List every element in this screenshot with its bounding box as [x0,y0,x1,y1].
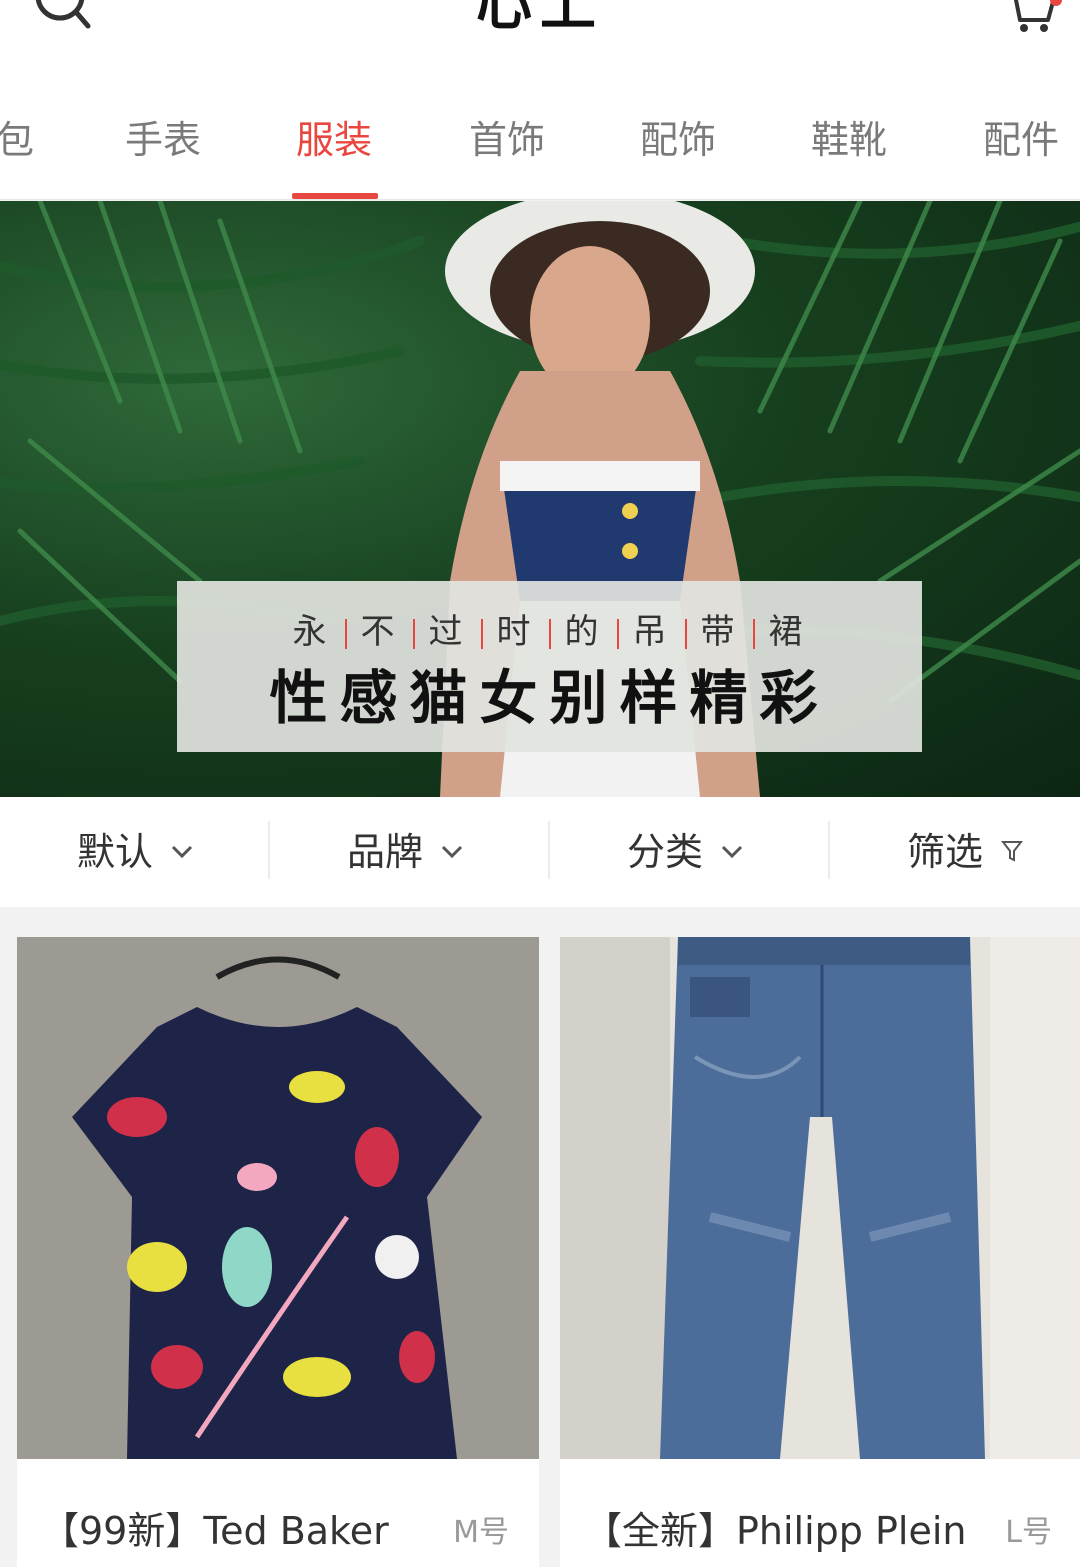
divider [616,618,619,649]
filter-label: 筛选 [906,830,983,874]
filter-label: 分类 [626,830,703,874]
banner-subtitle-char: 吊 [632,612,671,652]
product-title: 【全新】Philipp Plein [584,1509,967,1553]
tab-shoes[interactable]: 鞋靴 [811,116,887,164]
banner-title: 性感猫女别样精彩 [269,664,830,732]
brand-dropdown[interactable]: 品牌 [270,797,540,907]
product-image-jeans [560,937,1080,1459]
divider [684,618,687,649]
app-logo: 心上 [476,0,604,38]
banner-subtitle-char: 过 [428,612,467,652]
tab-parts[interactable]: 配件 [983,116,1059,164]
divider [752,618,755,649]
top-bar: 心上 [0,0,1080,68]
tab-clothing[interactable]: 服装 [296,116,372,164]
active-tab-indicator [292,193,378,199]
divider [548,618,551,649]
product-size: L号 [1005,1515,1052,1550]
category-dropdown[interactable]: 分类 [550,797,820,907]
banner-subtitle-char: 不 [360,612,399,652]
banner-subtitle-char: 带 [700,612,739,652]
filter-icon [1001,840,1023,862]
product-card[interactable]: 【99新】Ted Baker M号 [17,937,539,1567]
sort-default-dropdown[interactable]: 默认 [0,797,270,907]
product-grid: 【99新】Ted Baker M号 【全新】Philipp Plein L号 [0,907,1080,1567]
chevron-down-icon [721,845,743,858]
banner-caption: 永不过时的吊带裙 性感猫女别样精彩 [177,581,922,752]
banner-subtitle-char: 时 [496,612,535,652]
chevron-down-icon [171,845,193,858]
banner-subtitle-char: 永 [292,612,331,652]
divider [344,618,347,649]
filter-button[interactable]: 筛选 [830,797,1080,907]
divider [480,618,483,649]
tab-bags[interactable]: 包 [0,116,34,164]
chevron-down-icon [441,845,463,858]
tab-jewelry[interactable]: 首饰 [469,116,545,164]
product-size: M号 [453,1515,509,1550]
divider [412,618,415,649]
product-image-dress [17,937,539,1459]
product-card[interactable]: 【全新】Philipp Plein L号 [560,937,1080,1567]
filter-bar: 默认 品牌 分类 筛选 [0,797,1080,907]
banner-subtitle-char: 的 [564,612,603,652]
app: 心上 包 手表 服装 首饰 配饰 鞋靴 配件 永 不 过 时 的 吊 带 裙 性… [0,0,1080,1567]
promo-banner[interactable]: 永不过时的吊带裙 性感猫女别样精彩 [0,201,1080,797]
cart-icon[interactable] [1002,0,1058,36]
filter-label: 品牌 [346,830,423,874]
banner-subtitle-char: 裙 [768,612,807,652]
category-tabs: 包 手表 服装 首饰 配饰 鞋靴 配件 [0,68,1080,200]
tab-watches[interactable]: 手表 [125,116,201,164]
product-title: 【99新】Ted Baker [41,1509,389,1553]
filter-label: 默认 [76,830,153,874]
banner-subtitle: 永不过时的吊带裙 [177,611,922,653]
tab-accessories[interactable]: 配饰 [640,116,716,164]
